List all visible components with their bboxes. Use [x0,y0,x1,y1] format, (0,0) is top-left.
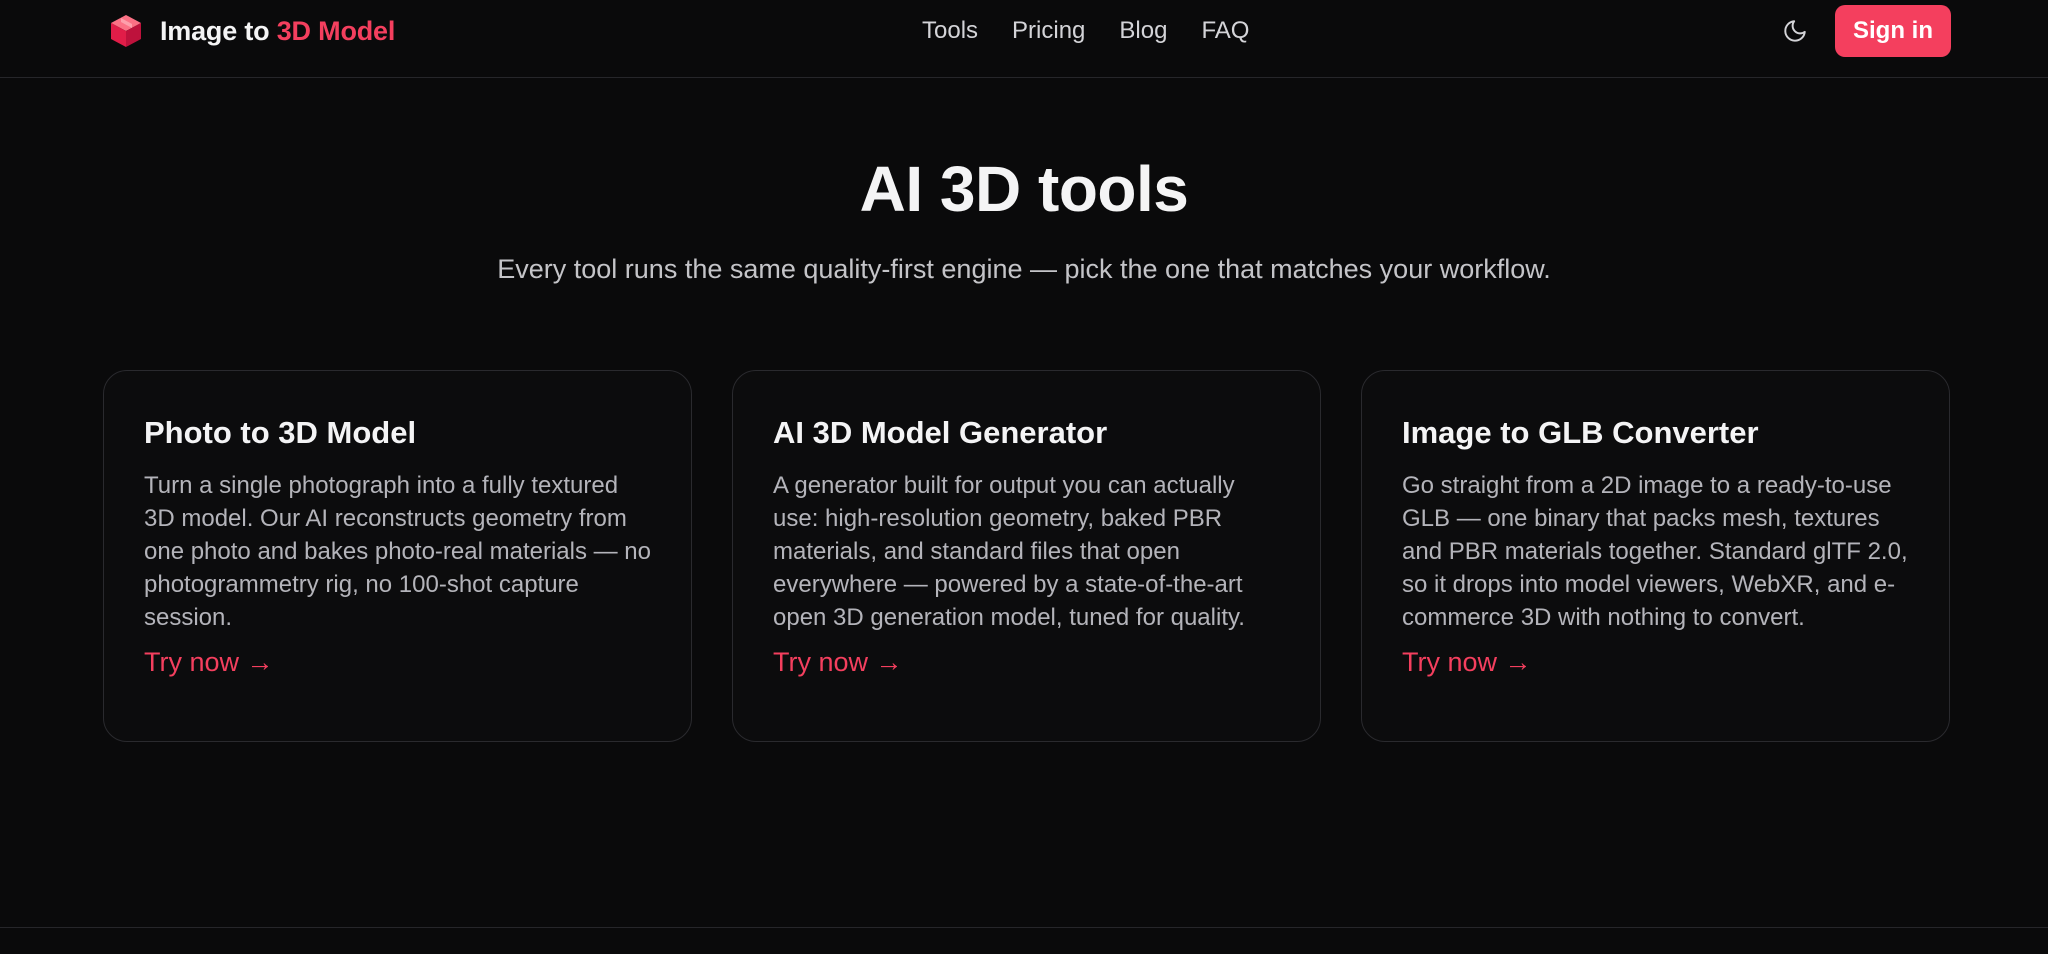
try-now-link[interactable]: Try now → [1402,647,1532,678]
card-description: Go straight from a 2D image to a ready-t… [1402,472,1908,631]
tool-card-image-to-glb: Image to GLB Converter Go straight from … [1361,370,1950,742]
tool-card-photo-to-3d: Photo to 3D Model Turn a single photogra… [103,370,692,742]
card-title: AI 3D Model Generator [773,415,1108,450]
main-nav: Tools Pricing Blog FAQ [922,12,1249,50]
card-title: Photo to 3D Model [144,415,417,450]
theme-toggle-button[interactable] [1778,14,1812,48]
moon-icon [1782,18,1808,44]
nav-item-blog[interactable]: Blog [1119,17,1167,45]
card-description: Turn a single photograph into a fully te… [144,472,651,631]
brand-logo-link[interactable]: Image to 3D Model [108,10,395,52]
tool-card-ai-3d-generator: AI 3D Model Generator A generator built … [732,370,1321,742]
card-description: A generator built for output you can act… [773,472,1245,631]
nav-item-pricing[interactable]: Pricing [1012,17,1085,45]
card-title: Image to GLB Converter [1402,415,1759,450]
nav-item-faq[interactable]: FAQ [1201,17,1249,45]
brand-name: Image to 3D Model [160,16,395,47]
cube-icon [108,13,144,49]
sign-in-button[interactable]: Sign in [1835,5,1951,57]
try-now-link[interactable]: Try now → [773,647,903,678]
brand-name-accent: 3D Model [276,15,396,46]
site-header: Image to 3D Model Tools Pricing Blog FAQ… [0,0,2048,78]
nav-item-tools[interactable]: Tools [922,17,978,45]
page-subtitle: Every tool runs the same quality-first e… [497,254,1551,284]
footer-divider [0,927,2048,928]
brand-name-prefix: Image to [160,15,270,46]
page-title: AI 3D tools [859,153,1189,225]
try-now-link[interactable]: Try now → [144,647,274,678]
